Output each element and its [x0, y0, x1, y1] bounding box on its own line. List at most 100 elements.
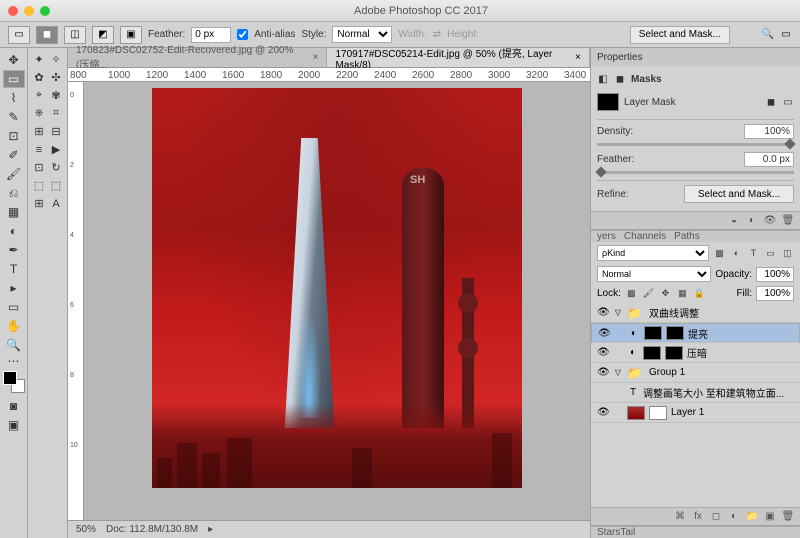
- filter-shape-icon[interactable]: ▭: [764, 247, 777, 260]
- ext-tool-16[interactable]: ⬚: [48, 177, 64, 194]
- ext-tool-9[interactable]: ⊞: [31, 123, 47, 140]
- selection-intersect-button[interactable]: ▣: [120, 26, 142, 44]
- lock-artboard-icon[interactable]: ▦: [676, 287, 689, 300]
- eyedropper-tool[interactable]: ✐: [3, 146, 25, 164]
- properties-panel-header[interactable]: Properties: [591, 48, 800, 66]
- add-adjustment-icon[interactable]: ◐: [728, 511, 740, 523]
- layers-tab[interactable]: yers: [597, 231, 616, 242]
- lock-paint-icon[interactable]: 🖌: [642, 287, 655, 300]
- ext-tool-15[interactable]: ⬚: [31, 177, 47, 194]
- marquee-tool[interactable]: ▭: [3, 70, 25, 88]
- delete-layer-icon[interactable]: 🗑: [782, 511, 794, 523]
- new-group-icon[interactable]: 📁: [746, 511, 758, 523]
- ext-tool-8[interactable]: ⌗: [48, 105, 64, 122]
- paths-tab[interactable]: Paths: [674, 231, 700, 242]
- selection-subtract-button[interactable]: ◩: [92, 26, 114, 44]
- visibility-icon[interactable]: 👁: [597, 307, 609, 318]
- layer-group-row[interactable]: 👁▽📁双曲线调整: [591, 303, 800, 323]
- layer-row[interactable]: T调整画笔大小 至和建筑物立面...: [591, 383, 800, 403]
- ext-tool-10[interactable]: ⊟: [48, 123, 64, 140]
- close-tab-icon[interactable]: ×: [575, 52, 581, 63]
- vector-mask-icon[interactable]: ▭: [782, 96, 794, 108]
- edit-toolbar[interactable]: ⋯: [3, 355, 25, 367]
- mask-thumbnail[interactable]: [597, 93, 619, 111]
- selection-add-button[interactable]: ◫: [64, 26, 86, 44]
- layer-filter-select[interactable]: ρKind: [597, 245, 709, 261]
- ext-tool-1[interactable]: ✦: [31, 51, 47, 68]
- mask-feather-value[interactable]: 0.0 px: [744, 152, 794, 167]
- dodge-tool[interactable]: ◐: [3, 222, 25, 240]
- filter-type-icon[interactable]: T: [747, 247, 760, 260]
- antialias-checkbox[interactable]: [237, 29, 248, 40]
- ext-tool-4[interactable]: ✣: [48, 69, 64, 86]
- search-icon[interactable]: 🔍: [762, 29, 774, 41]
- close-window-button[interactable]: [8, 6, 18, 16]
- disable-mask-icon[interactable]: 👁: [764, 215, 776, 227]
- ext-tool-5[interactable]: ⌖: [31, 87, 47, 104]
- channels-tab[interactable]: Channels: [624, 231, 666, 242]
- starstail-panel-tab[interactable]: StarsTail: [591, 526, 800, 538]
- lock-pos-icon[interactable]: ✥: [659, 287, 672, 300]
- ext-tool-6[interactable]: ✾: [48, 87, 64, 104]
- adjust-icon[interactable]: ◧: [597, 73, 609, 85]
- feather-input[interactable]: [191, 27, 231, 43]
- invert-mask-icon[interactable]: ◐: [746, 215, 758, 227]
- lock-trans-icon[interactable]: ▩: [625, 287, 638, 300]
- visibility-icon[interactable]: 👁: [598, 328, 610, 339]
- delete-mask-icon[interactable]: 🗑: [782, 215, 794, 227]
- ext-tool-7[interactable]: ⎈: [31, 105, 47, 122]
- crop-tool[interactable]: ⊡: [3, 127, 25, 145]
- fill-value[interactable]: 100%: [756, 286, 794, 301]
- ext-tool-14[interactable]: ↻: [48, 159, 64, 176]
- brush-tool[interactable]: 🖌: [3, 165, 25, 183]
- layer-thumbnail[interactable]: [627, 406, 645, 420]
- layer-thumbnail[interactable]: [644, 326, 662, 340]
- color-swatches[interactable]: [3, 371, 25, 393]
- mask-thumbnail[interactable]: [665, 346, 683, 360]
- lock-all-icon[interactable]: 🔒: [693, 287, 706, 300]
- layer-group-row[interactable]: 👁▽📁Group 1: [591, 363, 800, 383]
- opacity-value[interactable]: 100%: [756, 267, 794, 282]
- visibility-icon[interactable]: 👁: [597, 347, 609, 358]
- new-layer-icon[interactable]: ▣: [764, 511, 776, 523]
- gradient-tool[interactable]: ▦: [3, 203, 25, 221]
- zoom-level[interactable]: 50%: [76, 524, 96, 535]
- pen-tool[interactable]: ✒: [3, 241, 25, 259]
- select-and-mask-button[interactable]: Select and Mask...: [630, 26, 730, 44]
- ext-tool-11[interactable]: ≡: [31, 141, 47, 158]
- ext-tool-17[interactable]: ⊞: [31, 195, 47, 212]
- ext-tool-18[interactable]: A: [48, 195, 64, 212]
- mask-thumbnail[interactable]: [649, 406, 667, 420]
- type-tool[interactable]: T: [3, 260, 25, 278]
- ext-tool-3[interactable]: ✿: [31, 69, 47, 86]
- lasso-tool[interactable]: ⌇: [3, 89, 25, 107]
- pixel-mask-icon[interactable]: ◼: [765, 96, 777, 108]
- style-select[interactable]: Normal: [332, 26, 392, 43]
- path-select-tool[interactable]: ▸: [3, 279, 25, 297]
- quick-select-tool[interactable]: ✎: [3, 108, 25, 126]
- mask-icon[interactable]: ◼: [614, 73, 626, 85]
- feather-slider[interactable]: [597, 171, 794, 174]
- mask-from-selection-icon[interactable]: ◒: [728, 215, 740, 227]
- minimize-window-button[interactable]: [24, 6, 34, 16]
- filter-smart-icon[interactable]: ◫: [781, 247, 794, 260]
- density-slider[interactable]: [597, 143, 794, 146]
- filter-adjust-icon[interactable]: ◐: [730, 247, 743, 260]
- filter-pixel-icon[interactable]: ▩: [713, 247, 726, 260]
- workspace-icon[interactable]: ▭: [780, 29, 792, 41]
- ext-tool-13[interactable]: ⊡: [31, 159, 47, 176]
- link-layers-icon[interactable]: ⌘: [674, 511, 686, 523]
- mask-thumbnail[interactable]: [666, 326, 684, 340]
- close-tab-icon[interactable]: ×: [313, 52, 319, 63]
- document-tab-0[interactable]: 170823#DSC02752-Edit-Recovered.jpg @ 200…: [68, 48, 327, 67]
- ext-tool-12[interactable]: ▶: [48, 141, 64, 158]
- move-tool[interactable]: ✥: [3, 51, 25, 69]
- density-value[interactable]: 100%: [744, 124, 794, 139]
- shape-tool[interactable]: ▭: [3, 298, 25, 316]
- hand-tool[interactable]: ✋: [3, 317, 25, 335]
- quick-mask-toggle[interactable]: ◙: [3, 397, 25, 415]
- visibility-icon[interactable]: 👁: [597, 407, 609, 418]
- zoom-window-button[interactable]: [40, 6, 50, 16]
- clone-tool[interactable]: ⎌: [3, 184, 25, 202]
- selection-new-button[interactable]: ◼: [36, 26, 58, 44]
